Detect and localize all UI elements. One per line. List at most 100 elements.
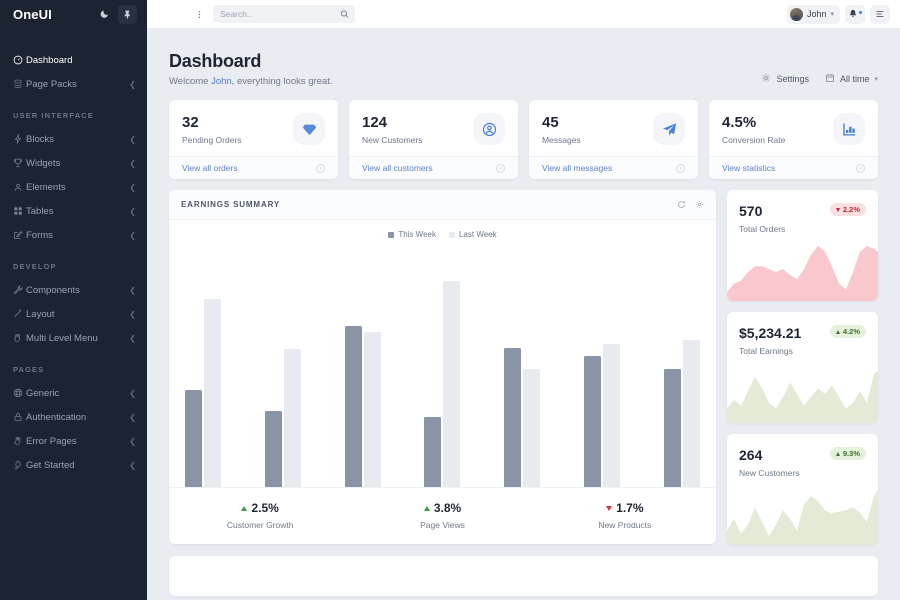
stat-text-group: 124 New Customers: [362, 114, 422, 145]
arrow-right-circle-icon[interactable]: ›: [316, 164, 325, 173]
stat-label: Pending Orders: [182, 135, 242, 145]
sidebar-item-error-pages[interactable]: Error Pages ❮: [0, 429, 147, 453]
bar-last-week[interactable]: [443, 281, 460, 487]
legend-item-last-week[interactable]: Last Week: [449, 230, 497, 239]
footer-stat-value-row: 2.5%: [169, 501, 351, 515]
legend-item-this-week[interactable]: This Week: [388, 230, 436, 239]
stat-link[interactable]: View all orders: [182, 163, 238, 173]
hand-icon: [13, 333, 26, 343]
sidebar-item-get-started[interactable]: Get Started ❮: [0, 453, 147, 477]
sparkline-chart: [727, 487, 878, 545]
sidebar-item-forms[interactable]: Forms ❮: [0, 223, 147, 247]
mini-card-label: Total Earnings: [739, 346, 801, 356]
bar-this-week[interactable]: [664, 369, 681, 487]
chevron-left-icon: ❮: [129, 437, 136, 446]
sidebar-item-components[interactable]: Components ❮: [0, 278, 147, 302]
bar-last-week[interactable]: [523, 369, 540, 487]
mini-card-new-customers[interactable]: 264 New Customers 9.3%: [727, 434, 878, 545]
app-root: OneUI Dashboard: [0, 0, 900, 600]
sidebar-item-generic[interactable]: Generic ❮: [0, 381, 147, 405]
bar-last-week[interactable]: [204, 299, 221, 487]
bar-group: [664, 340, 700, 487]
bar-this-week[interactable]: [504, 348, 521, 487]
bar-last-week[interactable]: [603, 344, 620, 487]
apps-menu-button[interactable]: [870, 5, 890, 24]
trend-up-icon: [836, 330, 840, 334]
sidebar-item-label: Page Packs: [26, 79, 129, 90]
stat-card-messages[interactable]: 45 Messages View all messages ›: [529, 100, 698, 179]
sidebar-item-multi-level-menu[interactable]: Multi Level Menu ❮: [0, 326, 147, 350]
stat-card-footer[interactable]: View all messages ›: [529, 156, 698, 179]
welcome-user[interactable]: John: [211, 76, 232, 87]
sidebar-item-authentication[interactable]: Authentication ❮: [0, 405, 147, 429]
sidebar-item-label: Forms: [26, 230, 129, 241]
top-header: John ▾: [147, 0, 900, 28]
bar-this-week[interactable]: [424, 417, 441, 487]
bar-group: [185, 299, 221, 487]
mini-card-value: 264: [739, 447, 799, 463]
search-box[interactable]: [213, 5, 355, 23]
settings-button[interactable]: Settings: [761, 73, 809, 85]
notifications-button[interactable]: [845, 5, 865, 24]
user-menu[interactable]: John ▾: [787, 5, 840, 24]
stat-card-footer[interactable]: View statistics ›: [709, 156, 878, 179]
hand-stop-icon: [13, 436, 26, 446]
stat-value: 32: [182, 114, 242, 131]
chevron-left-icon: ❮: [129, 310, 136, 319]
trend-up-icon: [241, 506, 247, 511]
sidebar-item-label: Tables: [26, 206, 129, 217]
sidebar-item-elements[interactable]: Elements ❮: [0, 175, 147, 199]
stat-card-new-customers[interactable]: 124 New Customers View all customers ›: [349, 100, 518, 179]
status-badge: 4.2%: [830, 325, 866, 338]
search-icon[interactable]: [340, 10, 349, 19]
pin-sidebar-icon[interactable]: [118, 5, 137, 24]
arrow-right-circle-icon[interactable]: ›: [496, 164, 505, 173]
stat-value: 45: [542, 114, 581, 131]
sidebar-item-label: Layout: [26, 309, 129, 320]
magic-icon: [13, 309, 26, 319]
bar-last-week[interactable]: [364, 332, 381, 487]
footer-stat-value-row: 3.8%: [351, 501, 533, 515]
dark-mode-icon[interactable]: [95, 5, 114, 24]
stat-link[interactable]: View all customers: [362, 163, 433, 173]
stat-link[interactable]: View all messages: [542, 163, 612, 173]
refresh-icon[interactable]: [677, 196, 686, 214]
earnings-card-header: EARNINGS SUMMARY: [169, 190, 716, 220]
sidebar-item-widgets[interactable]: Widgets ❮: [0, 151, 147, 175]
vertical-dots-icon[interactable]: [191, 5, 208, 23]
stat-card-pending-orders[interactable]: 32 Pending Orders View all orders ›: [169, 100, 338, 179]
arrow-right-circle-icon[interactable]: ›: [676, 164, 685, 173]
search-input[interactable]: [213, 5, 355, 23]
stat-card-footer[interactable]: View all orders ›: [169, 156, 338, 179]
bar-this-week[interactable]: [345, 326, 362, 487]
mini-card-top: 570 Total Orders 2.2%: [727, 190, 878, 234]
time-range-selector[interactable]: All time ▾: [825, 73, 878, 85]
sidebar-item-tables[interactable]: Tables ❮: [0, 199, 147, 223]
sidebar-main-items: Dashboard Page Packs ❮: [0, 48, 147, 96]
bar-this-week[interactable]: [185, 390, 202, 487]
stat-card-footer[interactable]: View all customers ›: [349, 156, 518, 179]
sidebar-item-blocks[interactable]: Blocks ❮: [0, 127, 147, 151]
mini-card-text: 570 Total Orders: [739, 203, 785, 234]
footer-stat-value-row: 1.7%: [534, 501, 716, 515]
bar-last-week[interactable]: [683, 340, 700, 487]
bar-this-week[interactable]: [265, 411, 282, 487]
bar-this-week[interactable]: [584, 356, 601, 487]
mini-card-total-orders[interactable]: 570 Total Orders 2.2%: [727, 190, 878, 301]
bar-last-week[interactable]: [284, 349, 301, 487]
sidebar-item-label: Blocks: [26, 134, 129, 145]
edit-icon: [13, 230, 26, 240]
chevron-left-icon: ❮: [129, 389, 136, 398]
mini-card-total-earnings[interactable]: $5,234.21 Total Earnings 4.2%: [727, 312, 878, 423]
brand-logo[interactable]: OneUI: [13, 7, 95, 22]
sidebar-item-page-packs[interactable]: Page Packs ❮: [0, 72, 147, 96]
chevron-left-icon: ❮: [129, 334, 136, 343]
stat-link[interactable]: View statistics: [722, 163, 775, 173]
sidebar-item-dashboard[interactable]: Dashboard: [0, 48, 147, 72]
paper-plane-icon: [653, 113, 685, 145]
trend-up-icon: [424, 506, 430, 511]
gear-icon[interactable]: [695, 196, 704, 214]
stat-card-conversion-rate[interactable]: 4.5% Conversion Rate View statistics ›: [709, 100, 878, 179]
arrow-right-circle-icon[interactable]: ›: [856, 164, 865, 173]
sidebar-item-layout[interactable]: Layout ❮: [0, 302, 147, 326]
